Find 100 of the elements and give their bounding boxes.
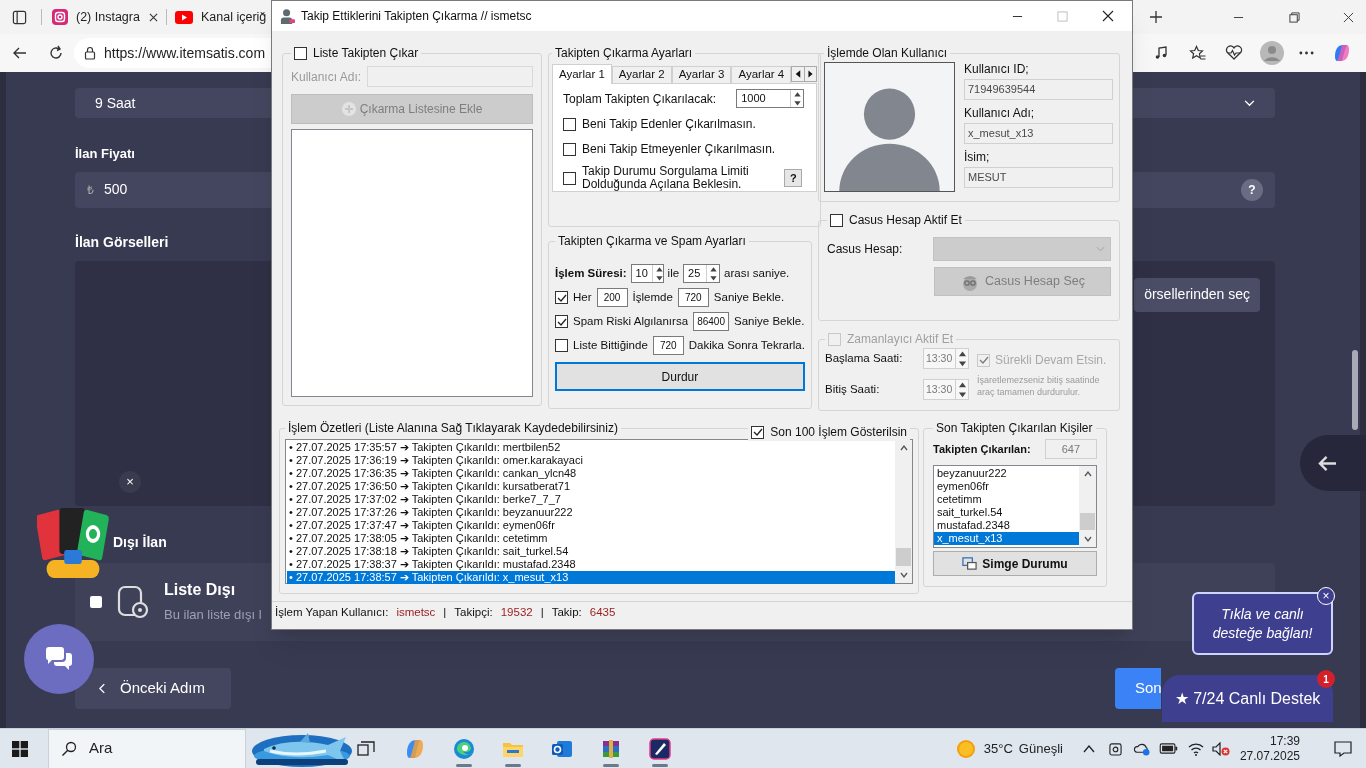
field-label: Kullanıcı ID;: [964, 62, 1030, 76]
tab[interactable]: Ayarlar 1: [552, 64, 612, 84]
readonly-field: 71949639544: [964, 79, 1113, 100]
number-field[interactable]: 10: [630, 264, 664, 283]
log-entry[interactable]: • 27.07.2025 17:35:57 ➔ Takipten Çıkarıldı: mertbilen52: [287, 441, 895, 454]
checkbox[interactable]: [563, 171, 576, 185]
scrollbar[interactable]: [1079, 466, 1096, 547]
chevron-left-icon: [99, 682, 106, 694]
reload-icon[interactable]: [48, 45, 64, 61]
close-icon[interactable]: [1343, 11, 1354, 23]
checkbox-label: Beni Takip Etmeyenler Çıkarılmasın.: [582, 141, 776, 158]
close-icon[interactable]: [149, 12, 158, 22]
previous-button[interactable]: Önceki Adım: [75, 667, 231, 709]
log-entry[interactable]: • 27.07.2025 17:37:26 ➔ Takipten Çıkarıldı: beyzanuur222: [287, 506, 895, 519]
number-field[interactable]: 200: [596, 288, 628, 307]
scrollbar[interactable]: [895, 440, 912, 583]
checkbox[interactable]: [830, 213, 843, 227]
log-entry[interactable]: • 27.07.2025 17:38:57 ➔ Takipten Çıkarıldı: x_mesut_x13: [287, 571, 895, 584]
scrollbar-thumb[interactable]: [1080, 513, 1095, 530]
checkbox[interactable]: [563, 117, 576, 131]
chevron-down-icon: [1244, 99, 1255, 107]
checkbox-label: Her: [573, 289, 592, 305]
camera-icon[interactable]: [1108, 741, 1122, 756]
list-item[interactable]: sait_turkel.54: [934, 506, 1079, 519]
list-item[interactable]: eymen06fr: [934, 480, 1079, 493]
maximize-icon: [1057, 10, 1068, 22]
tab[interactable]: Ayarlar 3: [671, 66, 732, 84]
user-list[interactable]: beyzanuur222 eymen06fr cetetimm sait_turkel.54 mustafad.2348 x_mesut_x13: [933, 465, 1097, 548]
log-entry[interactable]: • 27.07.2025 17:37:02 ➔ Takipten Çıkarıldı: berke7_7_7: [287, 493, 895, 506]
notification-icon[interactable]: [1334, 740, 1352, 757]
checkbox[interactable]: [563, 142, 576, 156]
log-entry[interactable]: • 27.07.2025 17:38:05 ➔ Takipten Çıkarıldı: cetetimm: [287, 532, 895, 545]
avatar-icon[interactable]: [1260, 41, 1284, 65]
gallery-button[interactable]: örsellerinden seç: [1134, 277, 1260, 312]
scrollbar-thumb[interactable]: [896, 548, 911, 566]
scrollbar-thumb[interactable]: [1352, 350, 1358, 430]
next-button[interactable]: Son: [1115, 667, 1161, 709]
close-icon[interactable]: [1102, 10, 1114, 22]
minimize-button[interactable]: Simge Durumu: [933, 551, 1097, 576]
heart-pulse-icon[interactable]: [1225, 45, 1243, 61]
option-title: Liste Dışı: [164, 580, 237, 601]
favorites-icon[interactable]: [1189, 45, 1206, 61]
chevron-up-icon[interactable]: [1082, 744, 1095, 753]
checkbox-label: Beni Takip Edenler Çıkarılmasın.: [582, 116, 756, 133]
weather-temperature[interactable]: 35°C: [983, 738, 1013, 759]
checkbox[interactable]: [555, 291, 568, 304]
log-entry[interactable]: • 27.07.2025 17:36:35 ➔ Takipten Çıkarıldı: cankan_ylcn48: [287, 467, 895, 480]
weather-condition[interactable]: Güneşli: [1018, 738, 1063, 759]
copilot-icon[interactable]: [1332, 43, 1352, 63]
log-entry[interactable]: • 27.07.2025 17:38:18 ➔ Takipten Çıkarıldı: sait_turkel.54: [287, 545, 895, 558]
lock-icon: [84, 46, 96, 60]
number-field[interactable]: 1000: [736, 89, 805, 108]
log-entry[interactable]: • 27.07.2025 17:37:47 ➔ Takipten Çıkarıldı: eymen06fr: [287, 519, 895, 532]
plus-icon: [341, 102, 356, 116]
checkbox-label: Sürekli Devam Etsin.: [995, 352, 1107, 369]
checkbox[interactable]: [555, 315, 568, 328]
checkbox[interactable]: [294, 46, 307, 60]
window-title: Takip Ettiklerini Takipten Çıkarma // ismetsc: [301, 8, 532, 25]
log-list[interactable]: [285, 439, 913, 584]
search-field[interactable]: Ara: [48, 728, 246, 768]
checkbox[interactable]: [90, 595, 102, 608]
help-button[interactable]: ?: [1241, 178, 1263, 201]
tab-scroll-buttons[interactable]: [791, 66, 818, 82]
browser-tab[interactable]: Kanal içeriğ: [167, 4, 277, 30]
list-item[interactable]: x_mesut_x13: [934, 532, 1079, 545]
list-item[interactable]: cetetimm: [934, 493, 1079, 506]
number-field[interactable]: 720: [652, 336, 684, 355]
number-field[interactable]: 25: [683, 264, 721, 283]
muted-speaker-icon[interactable]: [1211, 741, 1230, 756]
battery-icon[interactable]: [1158, 743, 1178, 754]
clock[interactable]: 17:39 27.07.2025: [1239, 733, 1300, 764]
list-item[interactable]: beyzanuur222: [934, 467, 1079, 480]
log-entry[interactable]: • 27.07.2025 17:38:37 ➔ Takipten Çıkarıldı: mustafad.2348: [287, 558, 895, 571]
field-label: Bitiş Saati:: [825, 381, 880, 397]
more-icon[interactable]: [1299, 51, 1314, 55]
help-button[interactable]: ?: [784, 169, 803, 187]
separator: |: [443, 604, 447, 620]
new-tab-icon[interactable]: [1149, 10, 1163, 24]
log-entry[interactable]: • 27.07.2025 17:36:50 ➔ Takipten Çıkarıldı: kursatberat71: [287, 480, 895, 493]
number-field[interactable]: 86400: [693, 312, 730, 331]
restore-icon[interactable]: [1289, 11, 1300, 23]
checkbox[interactable]: [555, 339, 568, 352]
field-label: Casus Hesap:: [827, 241, 903, 258]
list-item[interactable]: mustafad.2348: [934, 519, 1079, 532]
field-label: Toplam Takipten Çıkarılacak:: [563, 90, 717, 108]
status-value: ismetsc: [396, 604, 436, 620]
tab[interactable]: Ayarlar 4: [731, 66, 792, 84]
back-arrow-button[interactable]: [1300, 435, 1366, 491]
log-entry[interactable]: • 27.07.2025 17:36:19 ➔ Takipten Çıkarıldı: omer.karakayaci: [287, 454, 895, 467]
cloud-icon[interactable]: [1132, 741, 1150, 756]
checkbox[interactable]: [751, 425, 765, 439]
music-note-icon[interactable]: [1153, 45, 1169, 61]
number-field[interactable]: 720: [677, 288, 709, 307]
time-field: 13:30: [923, 379, 969, 400]
browser-tab[interactable]: (2) Instagra: [44, 4, 166, 30]
wifi-icon[interactable]: [1187, 741, 1204, 756]
tab-actions-icon[interactable]: [12, 9, 27, 25]
stop-button[interactable]: Durdur: [555, 362, 805, 391]
tab[interactable]: Ayarlar 2: [611, 66, 672, 84]
back-icon[interactable]: [12, 45, 28, 61]
